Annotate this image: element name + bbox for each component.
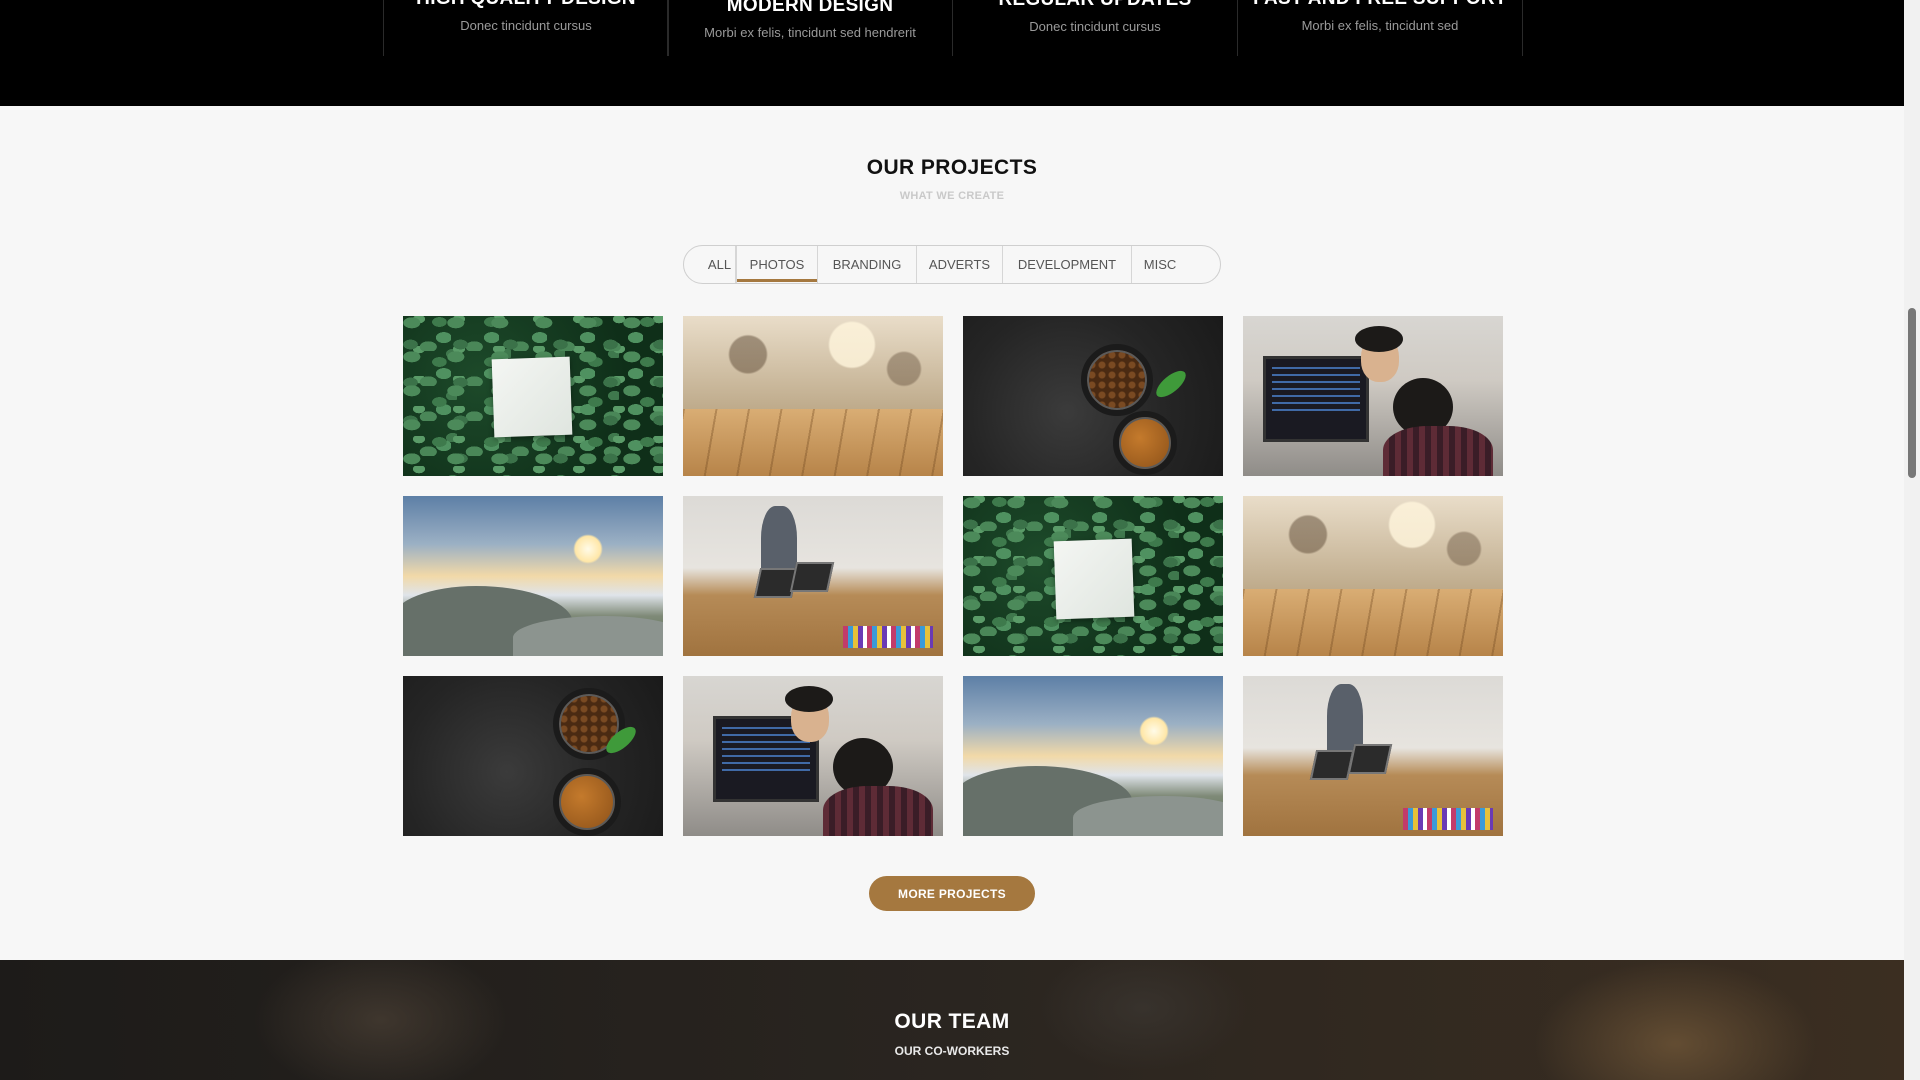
feature-title: REGULAR UPDATES [953, 0, 1237, 11]
feature-desc: Morbi ex felis, tincidunt sed [1301, 18, 1459, 33]
features-band: HIGH QUALITY DESIGN Donec tincidunt curs… [0, 0, 1904, 106]
team-section: OUR TEAM OUR CO-WORKERS [0, 960, 1904, 1080]
feature-desc: Donec tincidunt cursus [460, 18, 592, 33]
project-thumbnail-meeting[interactable] [683, 496, 943, 656]
projects-title: OUR PROJECTS [866, 156, 1038, 179]
filter-tab-development[interactable]: DEVELOPMENT [1003, 246, 1132, 283]
feature-title: MODERN DESIGN [726, 0, 894, 16]
project-thumbnail-leaves[interactable] [403, 316, 663, 476]
project-thumbnail-developers[interactable] [1243, 316, 1503, 476]
project-filter-bar: ALL PHOTOS BRANDING ADVERTS DEVELOPMENT … [683, 245, 1221, 284]
shirt-image [1383, 426, 1493, 476]
coffee-powder-bowl [553, 768, 621, 836]
project-thumbnail-meeting-2[interactable] [1243, 676, 1503, 836]
filter-tab-misc[interactable]: MISC [1132, 246, 1188, 283]
feature-title: HIGH QUALITY DESIGN [384, 0, 668, 10]
paper-note-image [1053, 538, 1135, 620]
team-subtitle: OUR CO-WORKERS [894, 1044, 1010, 1058]
project-thumbnail-cafe-table[interactable] [683, 316, 943, 476]
project-thumbnail-leaves-2[interactable] [963, 496, 1223, 656]
feature-title: FAST AND FREE SUPPORT [1238, 0, 1522, 10]
project-grid [403, 316, 1503, 836]
project-thumbnail-cafe-table-2[interactable] [1243, 496, 1503, 656]
leaf-image [1152, 366, 1190, 402]
filter-tab-branding[interactable]: BRANDING [818, 246, 917, 283]
shirt-image [823, 786, 933, 836]
coffee-powder-bowl [1113, 411, 1177, 475]
page-scrollbar[interactable] [1904, 0, 1920, 1080]
person-hair-image [1355, 326, 1403, 352]
feature-desc: Morbi ex felis, tincidunt sed hendrerit [704, 25, 916, 40]
scrollbar-thumb[interactable] [1908, 308, 1916, 478]
coffee-beans-bowl [1081, 344, 1153, 416]
filter-tab-all[interactable]: ALL [704, 246, 736, 283]
project-thumbnail-developers-2[interactable] [683, 676, 943, 836]
feature-fast-and-free-support: FAST AND FREE SUPPORT Morbi ex felis, ti… [1237, 0, 1523, 56]
laptop-image [1309, 750, 1355, 780]
sun-image [1139, 716, 1169, 746]
project-thumbnail-coffee-2[interactable] [403, 676, 663, 836]
projects-subtitle: WHAT WE CREATE [899, 190, 1005, 202]
sun-image [573, 534, 603, 564]
page: HIGH QUALITY DESIGN Donec tincidunt curs… [0, 0, 1904, 1080]
project-thumbnail-mountain-2[interactable] [963, 676, 1223, 836]
feature-modern-design: MODERN DESIGN Morbi ex felis, tincidunt … [667, 0, 953, 56]
project-thumbnail-mountain[interactable] [403, 496, 663, 656]
books-image [1403, 808, 1493, 830]
monitor-image [1263, 356, 1369, 442]
paper-note-image [491, 356, 573, 438]
project-thumbnail-coffee[interactable] [963, 316, 1223, 476]
laptop-image [789, 562, 835, 592]
team-title: OUR TEAM [894, 1010, 1010, 1033]
filter-tab-adverts[interactable]: ADVERTS [917, 246, 1003, 283]
feature-desc: Donec tincidunt cursus [1029, 19, 1161, 34]
person-hair-image [785, 686, 833, 712]
laptop-image [1347, 744, 1393, 774]
filter-tab-photos[interactable]: PHOTOS [736, 246, 818, 283]
feature-high-quality-design: HIGH QUALITY DESIGN Donec tincidunt curs… [383, 0, 669, 56]
feature-regular-updates: REGULAR UPDATES Donec tincidunt cursus [952, 0, 1238, 56]
books-image [843, 626, 933, 648]
more-projects-button[interactable]: MORE PROJECTS [869, 876, 1035, 911]
